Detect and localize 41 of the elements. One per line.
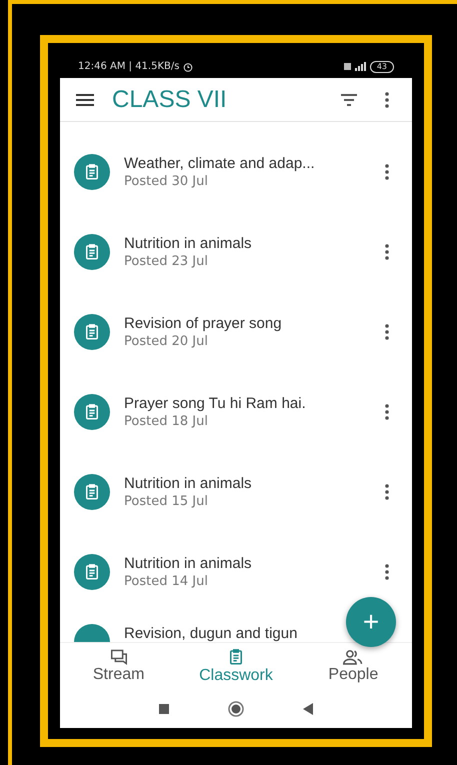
posted-date: Posted 20 Jul — [124, 334, 209, 349]
nav-tab[interactable]: Stream — [60, 643, 178, 690]
battery-level: 43 — [370, 60, 394, 72]
more-icon[interactable] — [385, 244, 389, 260]
assignment-icon — [74, 624, 110, 642]
more-icon[interactable] — [385, 324, 389, 340]
nav-tab[interactable]: Classwork — [177, 643, 295, 690]
home-icon[interactable] — [228, 701, 244, 717]
chat-icon — [110, 649, 128, 665]
clipboard-icon — [83, 243, 101, 261]
more-icon[interactable] — [385, 164, 389, 180]
posted-date: Posted 15 Jul — [124, 494, 209, 509]
more-icon[interactable] — [385, 404, 389, 420]
filter-icon[interactable] — [341, 94, 357, 106]
recents-icon[interactable] — [159, 704, 170, 714]
assignment-title[interactable]: Nutrition in animals — [124, 235, 362, 252]
signal-icon — [344, 62, 366, 71]
back-icon[interactable] — [302, 703, 313, 715]
alarm-icon — [183, 62, 194, 72]
add-button[interactable]: + — [346, 597, 396, 647]
clipboard-icon — [83, 563, 101, 581]
assignment-title[interactable]: Nutrition in animals — [124, 475, 362, 492]
people-icon — [343, 649, 364, 665]
more-icon[interactable] — [385, 92, 389, 108]
menu-icon[interactable] — [76, 92, 94, 106]
assignment-title[interactable]: Weather, climate and adap... — [124, 155, 362, 172]
more-icon[interactable] — [385, 484, 389, 500]
assignment-title[interactable]: Revision of prayer song — [124, 315, 362, 332]
more-icon[interactable] — [385, 564, 389, 580]
clipboard-icon — [83, 483, 101, 501]
clipboard-icon — [83, 323, 101, 341]
posted-date: Posted 14 Jul — [124, 574, 209, 589]
clipboard-icon — [83, 403, 101, 421]
posted-date: Posted 18 Jul — [124, 414, 209, 429]
posted-date: Posted 23 Jul — [124, 254, 209, 269]
assignment-title[interactable]: Nutrition in animals — [124, 555, 362, 572]
class-title: CLASS VII — [112, 86, 228, 114]
clipboard-icon — [83, 163, 101, 181]
assignment-title[interactable]: Prayer song Tu hi Ram hai. — [124, 395, 362, 412]
status-time: 12:46 AM | 41.5KB/s — [78, 61, 180, 72]
posted-date: Posted 30 Jul — [124, 174, 209, 189]
